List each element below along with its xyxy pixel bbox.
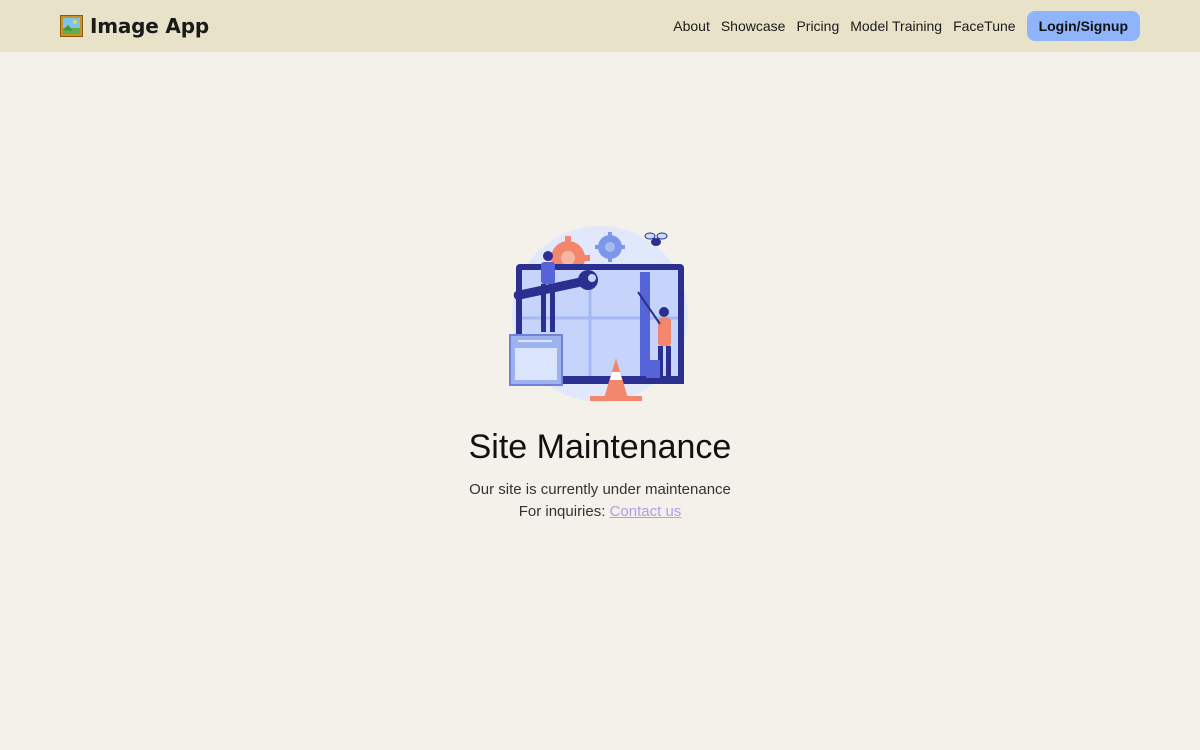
nav-facetune[interactable]: FaceTune	[953, 11, 1016, 41]
inquiry-prefix: For inquiries:	[518, 503, 610, 520]
nav-model-training[interactable]: Model Training	[850, 11, 942, 41]
nav-pricing[interactable]: Pricing	[796, 11, 839, 41]
login-signup-button[interactable]: Login/Signup	[1026, 11, 1140, 41]
nav-links: About Showcase Pricing Model Training Fa…	[673, 11, 1140, 41]
nav-showcase[interactable]: Showcase	[721, 11, 786, 41]
brand[interactable]: Image App	[60, 14, 209, 38]
inquiry-line: For inquiries: Contact us	[0, 503, 1200, 520]
maintenance-message: Our site is currently under maintenance	[469, 481, 731, 498]
framed-picture-icon	[60, 15, 83, 37]
page-title: Site Maintenance	[468, 428, 732, 466]
top-navbar: Image App About Showcase Pricing Model T…	[0, 0, 1200, 52]
contact-us-link[interactable]: Contact us	[610, 503, 682, 520]
brand-name: Image App	[90, 14, 209, 38]
maintenance-illustration	[509, 226, 688, 402]
nav-about[interactable]: About	[673, 11, 710, 41]
